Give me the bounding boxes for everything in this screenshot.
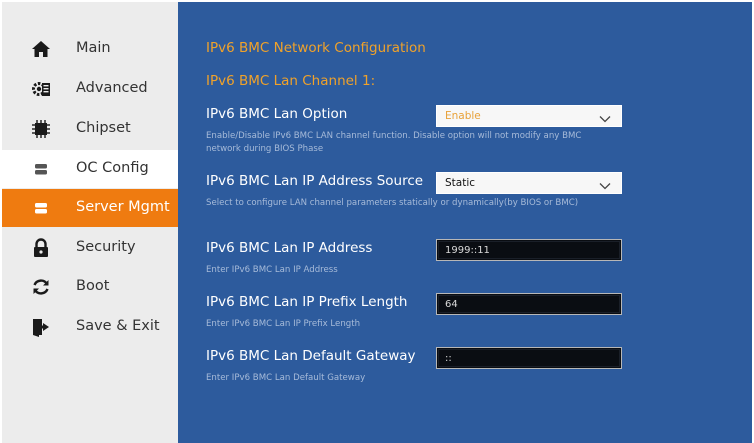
option-help-text: Enter IPv6 BMC Lan Default Gateway (206, 373, 366, 383)
option-help-text: Select to configure LAN channel paramete… (206, 198, 579, 208)
chevron-down-icon (599, 177, 611, 190)
page-title: IPv6 BMC Network Configuration (206, 40, 426, 56)
option-help-text: Enable/Disable IPv6 BMC LAN channel func… (206, 131, 582, 154)
prefix-length-field[interactable]: 64 (436, 293, 622, 315)
option-ip-address-label: IPv6 BMC Lan IP Address (206, 240, 373, 256)
sidebar-item-label: Security (76, 239, 136, 255)
sidebar-item-label: Chipset (76, 120, 131, 136)
lock-icon (30, 238, 52, 258)
sidebar-item-label: Advanced (76, 80, 148, 96)
ip-source-select[interactable]: Static (436, 172, 622, 194)
sidebar-item-label: Save & Exit (76, 318, 160, 334)
ip-source-value: Static (445, 177, 476, 189)
default-gateway-field[interactable]: :: (436, 347, 622, 369)
option-help-text: Enter IPv6 BMC Lan IP Address (206, 265, 338, 275)
option-help-text: Enter IPv6 BMC Lan IP Prefix Length (206, 319, 361, 329)
sidebar-item-save-exit[interactable]: Save & Exit (2, 308, 178, 346)
prefix-length-value: 64 (445, 298, 458, 310)
server-icon (30, 198, 52, 218)
option-ip-source-label: IPv6 BMC Lan IP Address Source (206, 173, 424, 189)
sidebar-item-main[interactable]: Main (2, 30, 178, 68)
chip-icon (30, 119, 52, 139)
sidebar-item-label: Server Mgmt (76, 199, 170, 215)
oc-config-icon (30, 159, 52, 179)
refresh-icon (30, 277, 52, 297)
sidebar-item-label: Main (76, 40, 111, 56)
settings-panel: IPv6 BMC Network Configuration IPv6 BMC … (178, 2, 752, 443)
sidebar-item-oc-config[interactable]: OC Config (2, 150, 178, 188)
lan-option-select[interactable]: Enable (436, 105, 622, 127)
sidebar: Main Advanced Chipset OC Config Server M… (2, 2, 178, 443)
sidebar-item-security[interactable]: Security (2, 229, 178, 267)
option-lan-option-label: IPv6 BMC Lan Option (206, 106, 348, 122)
exit-door-icon (30, 317, 52, 337)
sidebar-item-boot[interactable]: Boot (2, 268, 178, 306)
advanced-gear-icon (30, 79, 52, 99)
sidebar-item-label: Boot (76, 278, 110, 294)
ip-address-field[interactable]: 1999::11 (436, 239, 622, 261)
sidebar-item-advanced[interactable]: Advanced (2, 70, 178, 108)
option-default-gateway-label: IPv6 BMC Lan Default Gateway (206, 348, 416, 364)
sidebar-item-label: OC Config (76, 160, 149, 176)
ip-address-value: 1999::11 (445, 244, 490, 256)
sidebar-item-chipset[interactable]: Chipset (2, 110, 178, 148)
section-title: IPv6 BMC Lan Channel 1: (206, 73, 376, 89)
home-icon (30, 39, 52, 59)
lan-option-value: Enable (445, 110, 481, 122)
default-gateway-value: :: (445, 352, 452, 364)
sidebar-item-server-mgmt[interactable]: Server Mgmt (2, 189, 178, 227)
option-prefix-length-label: IPv6 BMC Lan IP Prefix Length (206, 294, 408, 310)
chevron-down-icon (599, 110, 611, 123)
